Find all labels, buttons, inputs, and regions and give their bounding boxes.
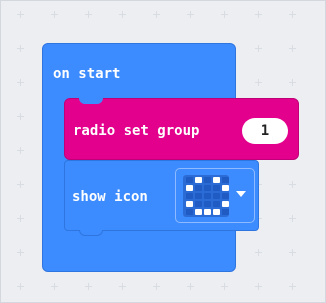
block-notch bbox=[79, 98, 103, 104]
grid-cross bbox=[51, 11, 58, 18]
grid-cross bbox=[153, 11, 160, 18]
grid-cross bbox=[289, 215, 296, 222]
grid-cross bbox=[51, 283, 58, 290]
show-icon-label: show icon bbox=[72, 189, 148, 205]
grid-cross bbox=[17, 45, 24, 52]
led-cell bbox=[204, 177, 211, 183]
led-cell bbox=[186, 201, 193, 207]
show-icon-block[interactable]: show icon bbox=[64, 160, 259, 236]
grid-cross bbox=[289, 283, 296, 290]
led-cell bbox=[204, 185, 211, 191]
led-cell bbox=[186, 209, 193, 215]
grid-cross bbox=[221, 283, 228, 290]
grid-cross bbox=[221, 11, 228, 18]
icon-picker-dropdown[interactable] bbox=[175, 168, 255, 223]
led-cell bbox=[222, 201, 229, 207]
grid-cross bbox=[289, 11, 296, 18]
led-cell bbox=[213, 177, 220, 183]
grid-cross bbox=[119, 283, 126, 290]
grid-cross bbox=[289, 249, 296, 256]
grid-cross bbox=[17, 283, 24, 290]
chevron-down-icon bbox=[236, 191, 246, 197]
grid-cross bbox=[17, 215, 24, 222]
radio-set-group-label: radio set group bbox=[73, 123, 200, 139]
led-cell bbox=[222, 193, 229, 199]
led-cell bbox=[222, 177, 229, 183]
grid-cross bbox=[187, 283, 194, 290]
led-matrix-icon bbox=[183, 175, 229, 217]
grid-cross bbox=[17, 79, 24, 86]
led-cell bbox=[195, 193, 202, 199]
led-cell bbox=[213, 193, 220, 199]
led-cell bbox=[195, 177, 202, 183]
grid-cross bbox=[289, 79, 296, 86]
grid-cross bbox=[17, 181, 24, 188]
led-cell bbox=[186, 193, 193, 199]
grid-cross bbox=[187, 11, 194, 18]
grid-cross bbox=[255, 79, 262, 86]
led-cell bbox=[195, 185, 202, 191]
radio-set-group-block[interactable]: radio set group 1 bbox=[64, 98, 299, 160]
grid-cross bbox=[85, 283, 92, 290]
led-cell bbox=[213, 209, 220, 215]
blocks-workspace[interactable]: on start radio set group 1 show icon bbox=[0, 0, 326, 303]
led-cell bbox=[222, 209, 229, 215]
led-cell bbox=[213, 185, 220, 191]
led-cell bbox=[186, 185, 193, 191]
grid-cross bbox=[289, 45, 296, 52]
led-cell bbox=[204, 193, 211, 199]
led-cell bbox=[186, 177, 193, 183]
block-notch-bottom bbox=[79, 230, 103, 236]
led-cell bbox=[195, 209, 202, 215]
grid-cross bbox=[119, 11, 126, 18]
led-cell bbox=[213, 201, 220, 207]
grid-cross bbox=[289, 181, 296, 188]
grid-cross bbox=[153, 283, 160, 290]
led-cell bbox=[222, 185, 229, 191]
led-cell bbox=[204, 209, 211, 215]
grid-cross bbox=[255, 249, 262, 256]
grid-cross bbox=[85, 11, 92, 18]
grid-cross bbox=[17, 249, 24, 256]
grid-cross bbox=[17, 147, 24, 154]
grid-cross bbox=[17, 11, 24, 18]
grid-cross bbox=[255, 11, 262, 18]
grid-cross bbox=[255, 283, 262, 290]
grid-cross bbox=[255, 45, 262, 52]
grid-cross bbox=[17, 113, 24, 120]
led-cell bbox=[195, 201, 202, 207]
led-cell bbox=[204, 201, 211, 207]
on-start-label: on start bbox=[53, 66, 121, 82]
group-number-input[interactable]: 1 bbox=[242, 118, 288, 144]
